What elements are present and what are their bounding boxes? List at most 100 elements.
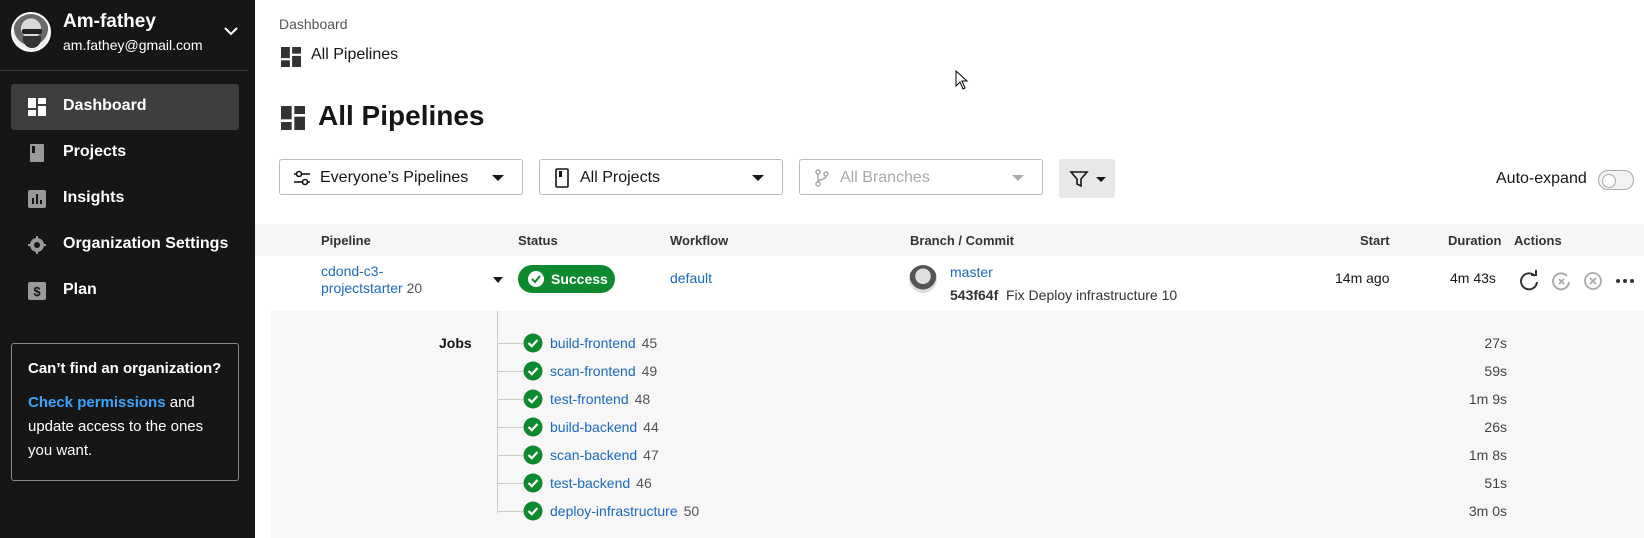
job-link[interactable]: scan-frontend 49 — [550, 363, 657, 379]
job-number: 50 — [683, 503, 700, 519]
git-branch-icon — [815, 169, 829, 187]
expand-caret-icon[interactable] — [493, 277, 503, 283]
check-circle-icon — [523, 417, 543, 437]
job-link[interactable]: deploy-infrastructure 50 — [550, 503, 699, 519]
funnel-icon — [1069, 171, 1089, 188]
job-number: 44 — [643, 419, 659, 435]
job-row[interactable]: build-backend 44 26s — [497, 415, 1507, 439]
avatar — [11, 12, 51, 52]
pipeline-number: 20 — [406, 280, 423, 296]
help-text: Check permissions and update access to t… — [28, 391, 222, 463]
org-help-box: Can’t find an organization? Check permis… — [11, 343, 239, 481]
job-duration: 27s — [1484, 335, 1507, 351]
job-row[interactable]: test-backend 46 51s — [497, 471, 1507, 495]
tree-branch — [497, 511, 523, 512]
job-name[interactable]: scan-frontend — [550, 363, 636, 379]
app: Am-fathey am.fathey@gmail.com Dashboard … — [0, 0, 1644, 538]
job-link[interactable]: build-frontend 45 — [550, 335, 657, 351]
job-link[interactable]: test-frontend 48 — [550, 391, 650, 407]
column-header-workflow: Workflow — [670, 233, 729, 248]
job-duration: 1m 8s — [1468, 447, 1507, 463]
job-duration: 3m 0s — [1468, 503, 1507, 519]
check-circle-icon — [523, 361, 543, 381]
check-permissions-link[interactable]: Check permissions — [28, 394, 166, 411]
page-title: All Pipelines — [318, 100, 485, 131]
filter-button[interactable] — [1059, 159, 1115, 198]
pipeline-name[interactable]: cdond-c3-projectstarter — [321, 263, 403, 296]
tree-branch — [497, 483, 523, 484]
pipeline-start: 14m ago — [1335, 270, 1390, 286]
caret-down-icon — [1096, 177, 1106, 182]
divider — [0, 70, 248, 71]
job-name[interactable]: build-backend — [550, 419, 637, 435]
job-number: 47 — [643, 447, 659, 463]
projects-filter-select[interactable]: All Projects — [539, 159, 783, 195]
job-name[interactable]: test-backend — [550, 475, 630, 491]
job-duration: 26s — [1484, 419, 1507, 435]
sidebar-item-organization-settings[interactable]: Organization Settings — [11, 222, 239, 268]
table-header: Pipeline Status Workflow Branch / Commit… — [255, 224, 1644, 256]
commit-sha[interactable]: 543f64f — [950, 287, 998, 303]
sidebar: Am-fathey am.fathey@gmail.com Dashboard … — [0, 0, 255, 538]
job-name[interactable]: scan-backend — [550, 447, 637, 463]
check-circle-icon — [523, 501, 543, 521]
sidebar-item-projects[interactable]: Projects — [11, 130, 239, 176]
job-row[interactable]: scan-frontend 49 59s — [497, 359, 1507, 383]
rerun-failed-icon[interactable] — [1550, 270, 1572, 292]
job-name[interactable]: deploy-infrastructure — [550, 503, 678, 519]
select-value: Everyone’s Pipelines — [320, 169, 469, 186]
dashboard-icon — [28, 98, 46, 116]
tree-branch — [497, 399, 523, 400]
check-circle-icon — [523, 445, 543, 465]
cancel-icon[interactable] — [1582, 270, 1604, 292]
caret-down-icon — [492, 175, 504, 181]
status-text: Success — [551, 271, 608, 287]
check-circle-icon — [523, 473, 543, 493]
user-email: am.fathey@gmail.com — [63, 37, 203, 53]
pipeline-link[interactable]: cdond-c3-projectstarter 20 — [321, 263, 441, 297]
pipelines-filter-select[interactable]: Everyone’s Pipelines — [279, 159, 523, 195]
branches-filter-select[interactable]: All Branches — [799, 159, 1043, 195]
job-row[interactable]: deploy-infrastructure 50 3m 0s — [497, 499, 1507, 523]
job-link[interactable]: test-backend 46 — [550, 475, 652, 491]
caret-down-icon — [752, 175, 764, 181]
job-row[interactable]: test-frontend 48 1m 9s — [497, 387, 1507, 411]
sidebar-item-label: Plan — [63, 281, 97, 298]
rerun-icon[interactable] — [1518, 270, 1540, 292]
status-badge[interactable]: Success — [518, 265, 615, 293]
caret-down-icon — [1012, 175, 1024, 181]
sliders-icon — [294, 170, 310, 186]
branch-link[interactable]: master — [950, 264, 993, 280]
sidebar-item-label: Projects — [63, 143, 127, 160]
bar-chart-icon — [28, 190, 46, 208]
check-circle-icon — [523, 389, 543, 409]
sidebar-item-label: Dashboard — [63, 97, 147, 114]
sidebar-item-plan[interactable]: $ Plan — [11, 268, 239, 314]
auto-expand-toggle[interactable] — [1598, 170, 1634, 190]
breadcrumb-dashboard[interactable]: Dashboard — [279, 16, 348, 32]
job-duration: 59s — [1484, 363, 1507, 379]
dashboard-icon — [281, 106, 305, 130]
job-number: 49 — [641, 363, 658, 379]
sidebar-item-insights[interactable]: Insights — [11, 176, 239, 222]
sidebar-item-dashboard[interactable]: Dashboard — [11, 84, 239, 130]
job-row[interactable]: scan-backend 47 1m 8s — [497, 443, 1507, 467]
column-header-duration: Duration — [1448, 233, 1502, 248]
job-link[interactable]: scan-backend 47 — [550, 447, 659, 463]
jobs-label: Jobs — [439, 335, 472, 351]
job-number: 45 — [641, 335, 658, 351]
book-icon — [30, 144, 44, 162]
dashboard-icon — [281, 47, 301, 67]
job-link[interactable]: build-backend 44 — [550, 419, 659, 435]
job-name[interactable]: test-frontend — [550, 391, 629, 407]
column-header-pipeline: Pipeline — [321, 233, 371, 248]
book-icon — [555, 168, 569, 188]
more-options-icon[interactable] — [1614, 270, 1636, 292]
job-number: 46 — [636, 475, 652, 491]
job-row[interactable]: build-frontend 45 27s — [497, 331, 1507, 355]
job-name[interactable]: build-frontend — [550, 335, 636, 351]
user-menu[interactable]: Am-fathey am.fathey@gmail.com — [0, 0, 255, 70]
column-header-start: Start — [1360, 233, 1390, 248]
chevron-down-icon[interactable] — [222, 22, 240, 40]
workflow-link[interactable]: default — [670, 270, 712, 286]
